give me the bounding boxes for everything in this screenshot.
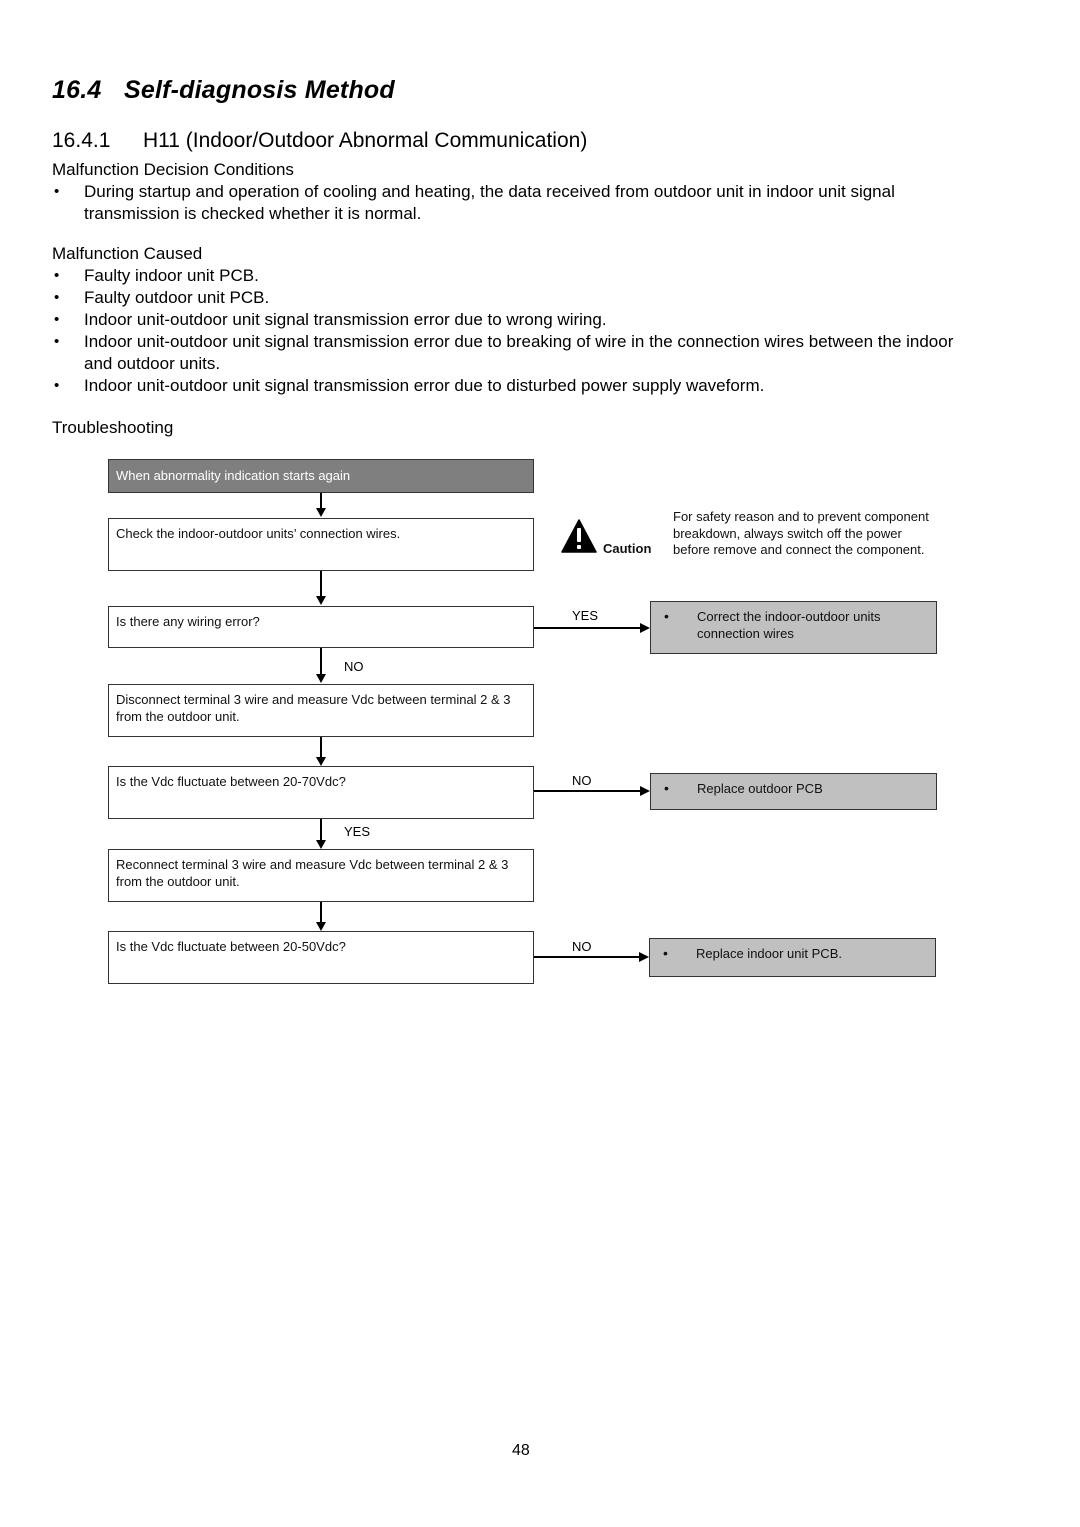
connector-line — [320, 902, 322, 922]
branch-label-no: NO — [344, 659, 364, 674]
arrow-down-icon — [316, 840, 326, 849]
list-item: Faulty indoor unit PCB. — [52, 265, 982, 287]
action-replace-outdoor-pcb: Replace outdoor PCB — [650, 773, 937, 810]
flow-start-box: When abnormality indication starts again — [108, 459, 534, 493]
connector-line — [534, 627, 641, 629]
page-number: 48 — [512, 1442, 530, 1459]
arrow-down-icon — [316, 596, 326, 605]
list-item: Indoor unit-outdoor unit signal transmis… — [52, 331, 982, 374]
caution-text: For safety reason and to prevent compone… — [673, 509, 929, 558]
causes-list: Faulty indoor unit PCB. Faulty outdoor u… — [52, 265, 982, 397]
arrow-down-icon — [316, 757, 326, 766]
flow-step-reconnect-measure: Reconnect terminal 3 wire and measure Vd… — [108, 849, 534, 902]
action-correct-wires: Correct the indoor-outdoor units connect… — [650, 601, 937, 654]
decision-conditions-heading: Malfunction Decision Conditions — [52, 160, 294, 179]
arrow-right-icon — [640, 623, 650, 633]
decision-conditions-list: During startup and operation of cooling … — [52, 181, 982, 225]
branch-label-yes: YES — [344, 824, 371, 839]
arrow-down-icon — [316, 674, 326, 683]
section-title: Self-diagnosis Method — [124, 76, 395, 104]
connector-line — [320, 648, 322, 674]
flow-step-disconnect-measure: Disconnect terminal 3 wire and measure V… — [108, 684, 534, 737]
arrow-down-icon — [316, 508, 326, 517]
list-item: Indoor unit-outdoor unit signal transmis… — [52, 309, 982, 331]
section-heading: 16.4 Self-diagnosis Method — [52, 76, 395, 105]
warning-triangle-icon — [561, 519, 597, 553]
arrow-right-icon — [640, 786, 650, 796]
flow-step-check-wires: Check the indoor-outdoor units’ connecti… — [108, 518, 534, 571]
subsection-title: H11 (Indoor/Outdoor Abnormal Communicati… — [143, 129, 588, 152]
connector-line — [534, 956, 640, 958]
branch-label-no: NO — [572, 773, 592, 788]
section-number: 16.4 — [52, 76, 102, 104]
connector-line — [534, 790, 641, 792]
list-item: Indoor unit-outdoor unit signal transmis… — [52, 375, 982, 397]
subsection-heading: 16.4.1 H11 (Indoor/Outdoor Abnormal Commu… — [52, 129, 587, 153]
flow-decision-wiring-error: Is there any wiring error? — [108, 606, 534, 648]
connector-line — [320, 737, 322, 757]
troubleshooting-heading: Troubleshooting — [52, 418, 174, 437]
connector-line — [320, 819, 322, 840]
arrow-right-icon — [639, 952, 649, 962]
arrow-down-icon — [316, 922, 326, 931]
list-item: Faulty outdoor unit PCB. — [52, 287, 982, 309]
flow-decision-vdc-70: Is the Vdc fluctuate between 20-70Vdc? — [108, 766, 534, 819]
caution-label: Caution — [603, 541, 652, 556]
flow-decision-vdc-50: Is the Vdc fluctuate between 20-50Vdc? — [108, 931, 534, 984]
branch-label-yes: YES — [572, 608, 599, 623]
connector-line — [320, 571, 322, 596]
subsection-number: 16.4.1 — [52, 129, 111, 152]
connector-line — [320, 493, 322, 508]
causes-heading: Malfunction Caused — [52, 244, 203, 263]
branch-label-no: NO — [572, 939, 592, 954]
list-item: During startup and operation of cooling … — [52, 181, 982, 224]
action-replace-indoor-pcb: Replace indoor unit PCB. — [649, 938, 936, 977]
